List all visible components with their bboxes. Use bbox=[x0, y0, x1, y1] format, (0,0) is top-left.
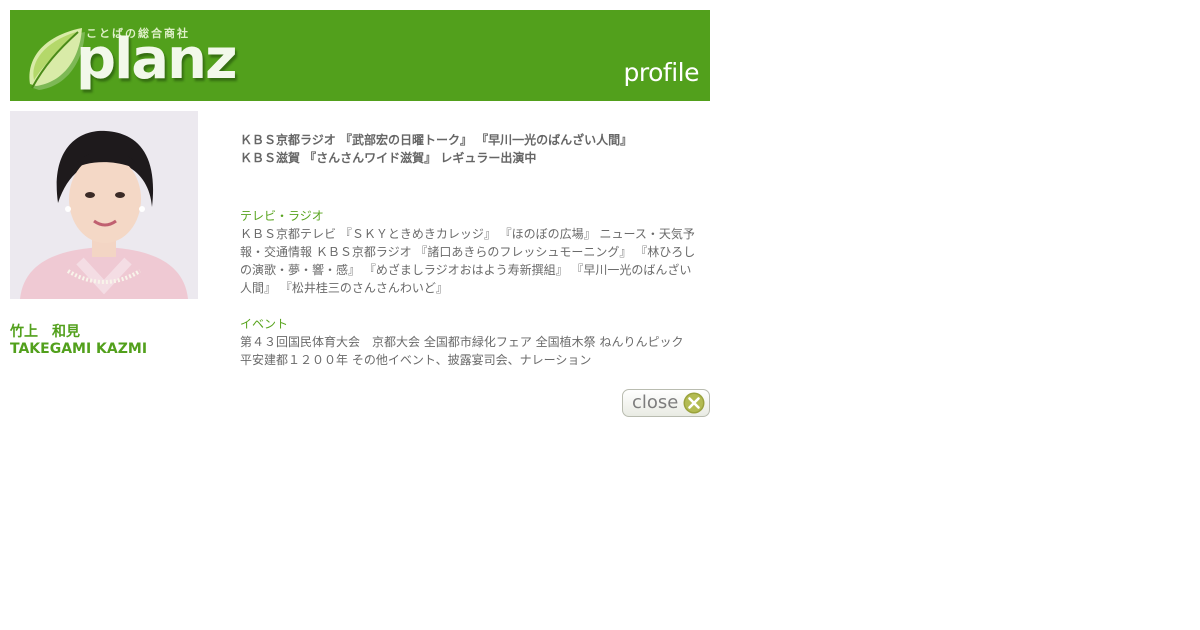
section-label: profile bbox=[623, 58, 700, 87]
highlight-line: ＫＢＳ滋賀 『さんさんワイド滋賀』 レギュラー出演中 bbox=[240, 151, 537, 165]
section-text: 第４３回国民体育大会 京都大会 全国都市緑化フェア 全国植木祭 ねんりんピック … bbox=[240, 333, 700, 369]
close-x-icon bbox=[683, 392, 705, 414]
section-line: 人間』 『松井桂三のさんさんわいど』 bbox=[240, 281, 448, 295]
profile-photo bbox=[10, 111, 198, 299]
close-button[interactable]: close bbox=[622, 389, 710, 417]
section-events: イベント 第４３回国民体育大会 京都大会 全国都市緑化フェア 全国植木祭 ねんり… bbox=[240, 315, 700, 369]
section-tv-radio: テレビ・ラジオ ＫＢＳ京都テレビ 『ＳＫＹときめきカレッジ』 『ほのぼの広場』 … bbox=[240, 207, 700, 297]
section-line: 第４３回国民体育大会 京都大会 全国都市緑化フェア 全国植木祭 ねんりんピック bbox=[240, 335, 684, 349]
person-name-japanese: 竹上 和見 bbox=[10, 324, 80, 340]
highlight-line: ＫＢＳ京都ラジオ 『武部宏の日曜トーク』 『早川一光のばんざい人間』 bbox=[240, 133, 633, 147]
highlight-block: ＫＢＳ京都ラジオ 『武部宏の日曜トーク』 『早川一光のばんざい人間』 ＫＢＳ滋賀… bbox=[240, 131, 700, 167]
logo-wordmark: planz bbox=[76, 27, 238, 92]
section-line: 報・交通情報 ＫＢＳ京都ラジオ 『諸口あきらのフレッシュモーニング』 『林ひろし bbox=[240, 245, 696, 259]
section-line: の演歌・夢・響・感』 『めざましラジオおはよう寿新撰組』 『早川一光のばんざい bbox=[240, 263, 692, 277]
section-title: イベント bbox=[240, 317, 289, 331]
section-line: 平安建都１２００年 その他イベント、披露宴司会、ナレーション bbox=[240, 353, 592, 367]
header-banner: ことばの総合商社 planz profile bbox=[10, 10, 710, 101]
close-button-label: close bbox=[632, 392, 679, 413]
section-line: ＫＢＳ京都テレビ 『ＳＫＹときめきカレッジ』 『ほのぼの広場』 ニュース・天気予 bbox=[240, 227, 695, 241]
section-text: ＫＢＳ京都テレビ 『ＳＫＹときめきカレッジ』 『ほのぼの広場』 ニュース・天気予… bbox=[240, 225, 700, 297]
portrait-image bbox=[10, 111, 198, 299]
person-name-english: TAKEGAMI KAZMI bbox=[10, 341, 148, 357]
section-title: テレビ・ラジオ bbox=[240, 209, 324, 223]
